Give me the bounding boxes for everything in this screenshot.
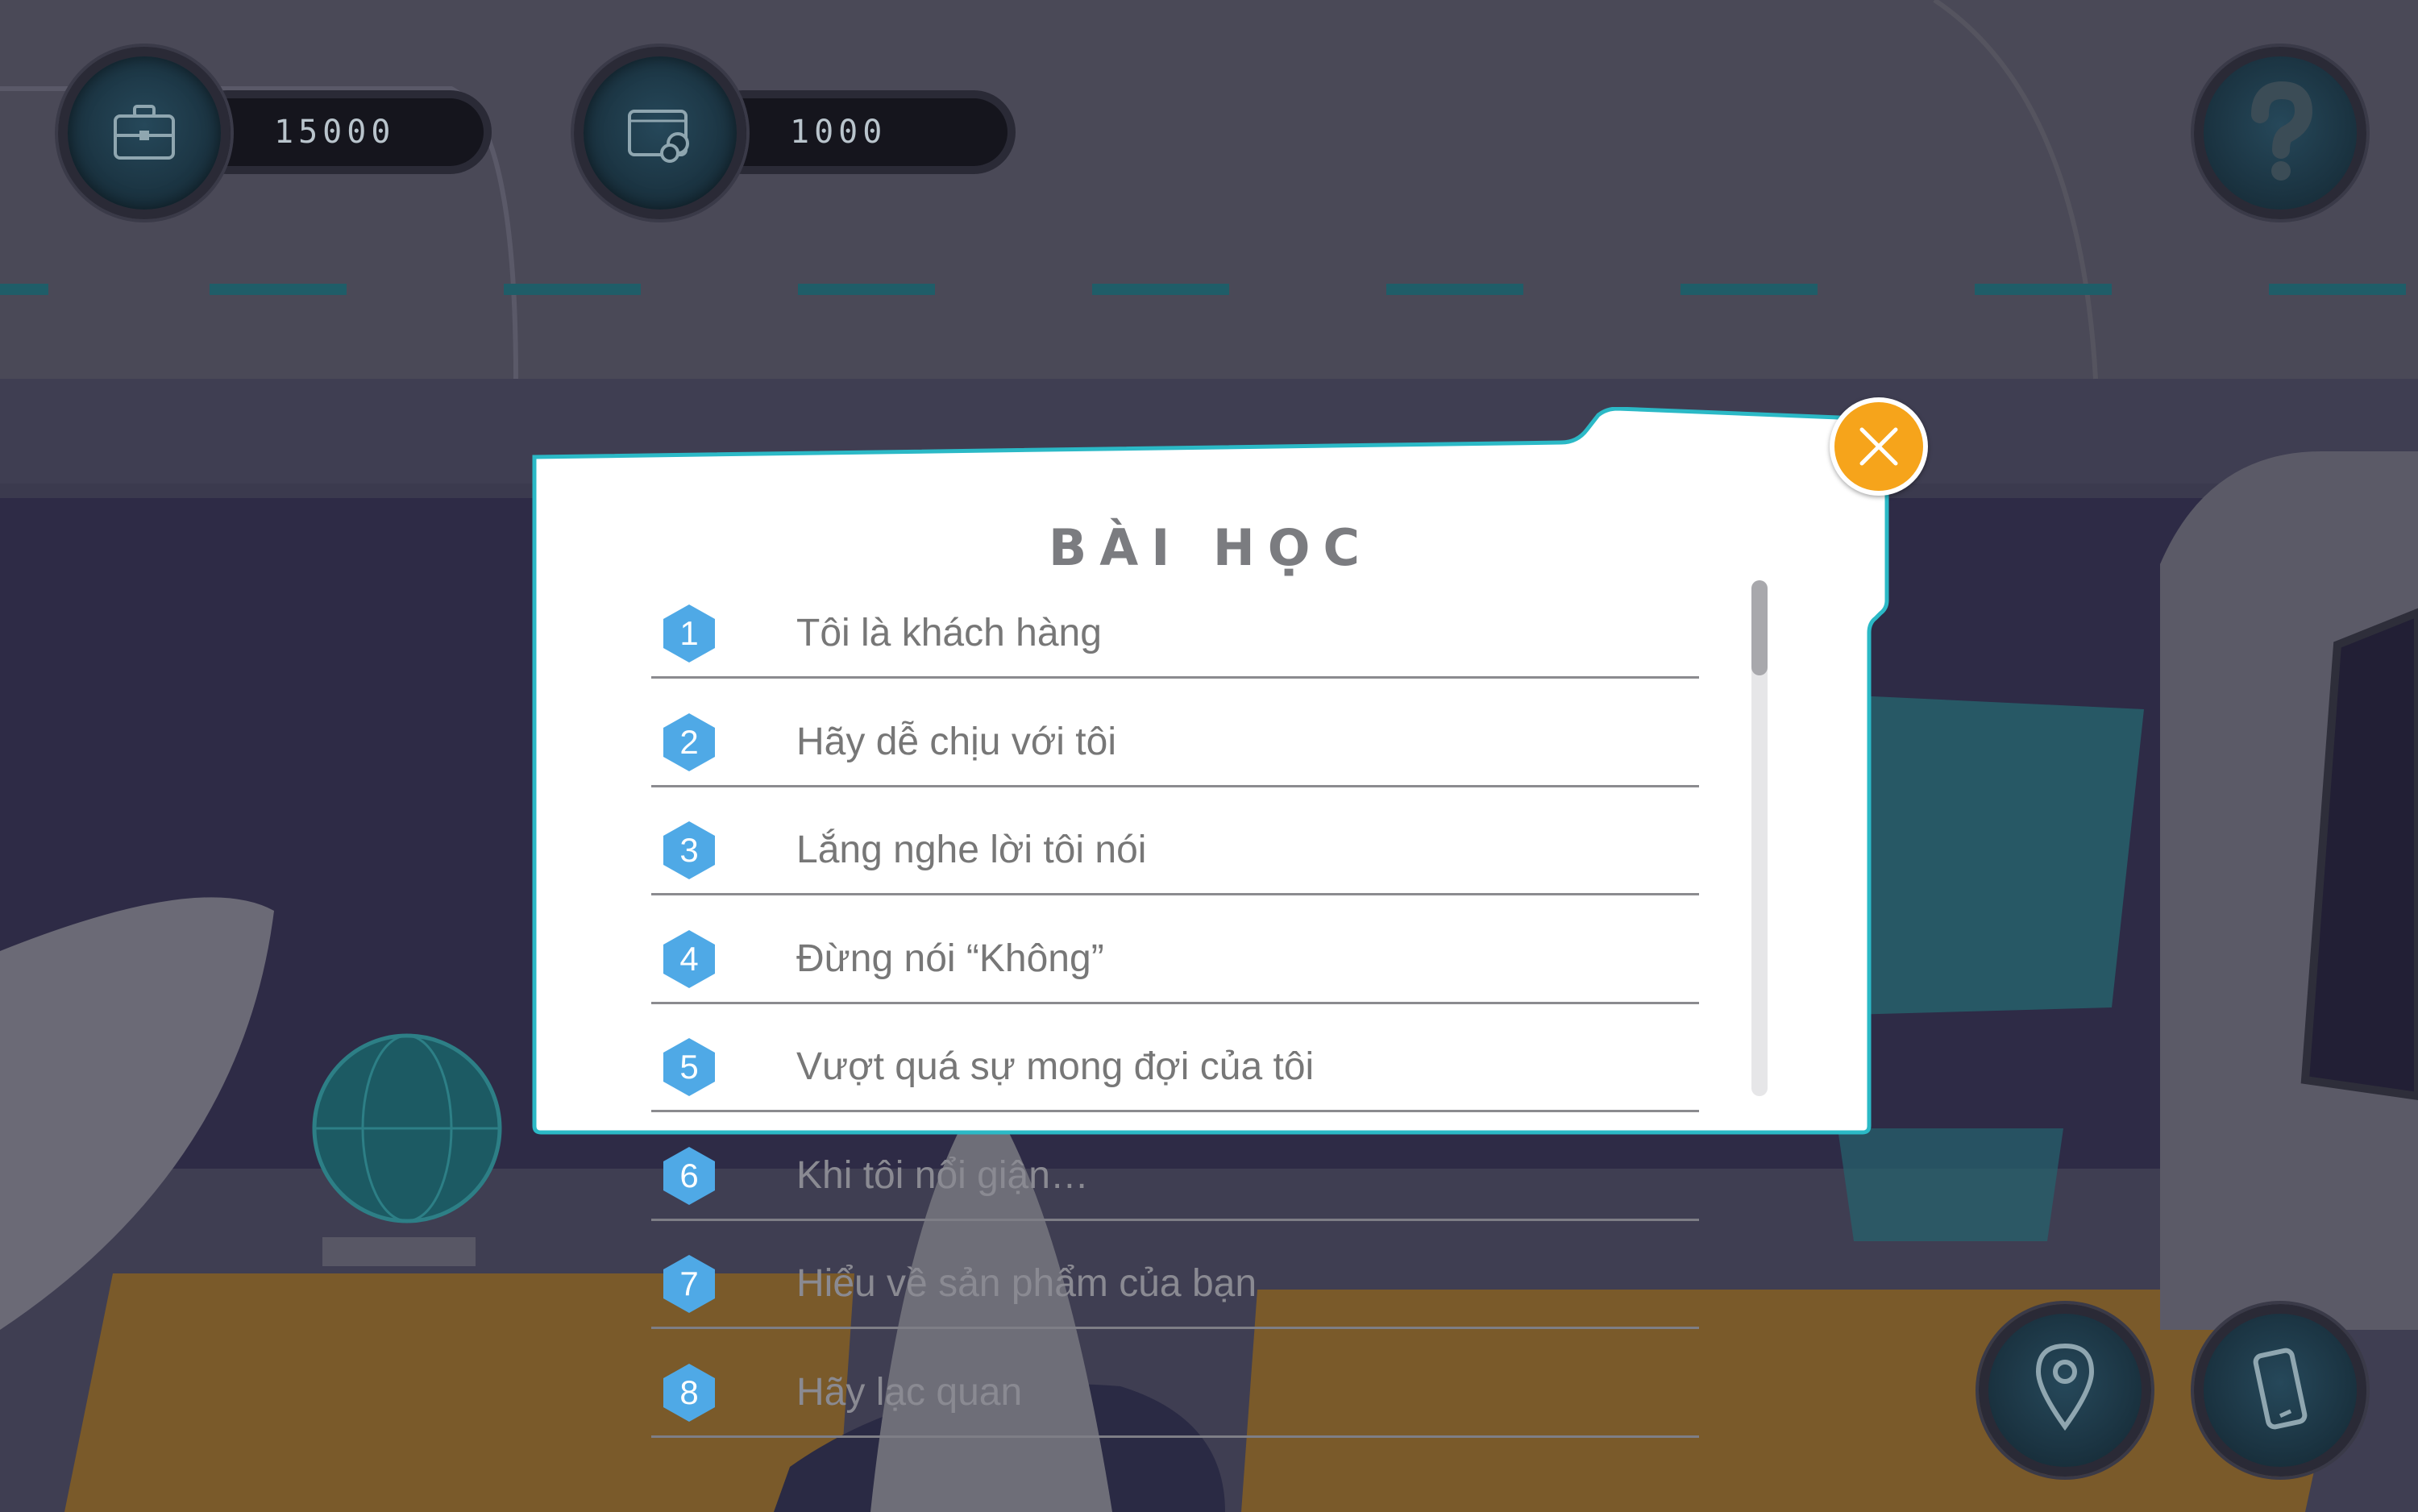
map-button[interactable] — [1979, 1304, 2151, 1477]
close-x-icon — [1859, 427, 1898, 466]
lesson-item[interactable]: 7 Hiểu về sản phẩm của bạn — [651, 1221, 1699, 1329]
lesson-item[interactable]: 2 Hãy dễ chịu với tôi — [651, 679, 1699, 787]
lesson-number-badge: 6 — [661, 1145, 717, 1207]
lesson-number-badge: 2 — [661, 712, 717, 773]
lesson-title: Hiểu về sản phẩm của bạn — [796, 1262, 1257, 1305]
lesson-item[interactable]: 6 Khi tôi nổi giận… — [651, 1113, 1699, 1221]
lesson-title: Tôi là khách hàng — [796, 612, 1102, 654]
scrollbar-thumb[interactable] — [1751, 580, 1768, 675]
map-pin-icon — [2035, 1343, 2095, 1431]
lesson-number: 7 — [679, 1265, 699, 1302]
money-counter: 15000 — [185, 90, 492, 174]
close-button[interactable] — [1830, 397, 1928, 496]
lesson-number-badge: 8 — [661, 1362, 717, 1423]
lesson-title: Lắng nghe lời tôi nói — [796, 829, 1147, 871]
wallet-counter: 1000 — [701, 90, 1016, 174]
lesson-item[interactable]: 5 Vượt quá sự mong đợi của tôi — [651, 1004, 1699, 1112]
lesson-list-scrollbar[interactable] — [1751, 580, 1768, 1096]
lesson-item[interactable]: 4 Đừng nói “Không” — [651, 896, 1699, 1004]
lesson-title: Đừng nói “Không” — [796, 937, 1104, 980]
lesson-number: 2 — [679, 723, 699, 761]
lesson-title: Hãy lạc quan — [796, 1371, 1023, 1414]
wallet-badge — [574, 47, 746, 219]
lesson-number: 1 — [679, 614, 699, 652]
lesson-title: Hãy dễ chịu với tôi — [796, 721, 1116, 763]
briefcase-icon — [114, 105, 175, 160]
lesson-title: Vượt quá sự mong đợi của tôi — [796, 1045, 1315, 1088]
lesson-item[interactable]: 1 Tôi là khách hàng — [651, 571, 1699, 679]
smartphone-icon — [2253, 1348, 2308, 1430]
money-badge — [58, 47, 231, 219]
phone-button[interactable] — [2194, 1304, 2366, 1477]
help-button[interactable] — [2194, 47, 2366, 219]
lesson-number-badge: 4 — [661, 928, 717, 990]
lesson-number-badge: 7 — [661, 1253, 717, 1315]
lesson-number-badge: 1 — [661, 603, 717, 664]
lesson-number-badge: 3 — [661, 820, 717, 881]
lesson-number: 3 — [679, 831, 699, 869]
lesson-number: 6 — [679, 1157, 699, 1194]
lesson-number: 4 — [679, 940, 699, 978]
lesson-item[interactable]: 8 Hãy lạc quan — [651, 1330, 1699, 1438]
lesson-number: 8 — [679, 1373, 699, 1411]
lesson-number: 5 — [679, 1048, 699, 1086]
wallet-value: 1000 — [790, 114, 887, 151]
lesson-number-badge: 5 — [661, 1036, 717, 1098]
lesson-title: Khi tôi nổi giận… — [796, 1154, 1089, 1197]
question-mark-icon — [2251, 81, 2313, 181]
money-value: 15000 — [274, 114, 396, 151]
lesson-item[interactable]: 3 Lắng nghe lời tôi nói — [651, 787, 1699, 895]
wallet-coins-icon — [628, 110, 689, 163]
